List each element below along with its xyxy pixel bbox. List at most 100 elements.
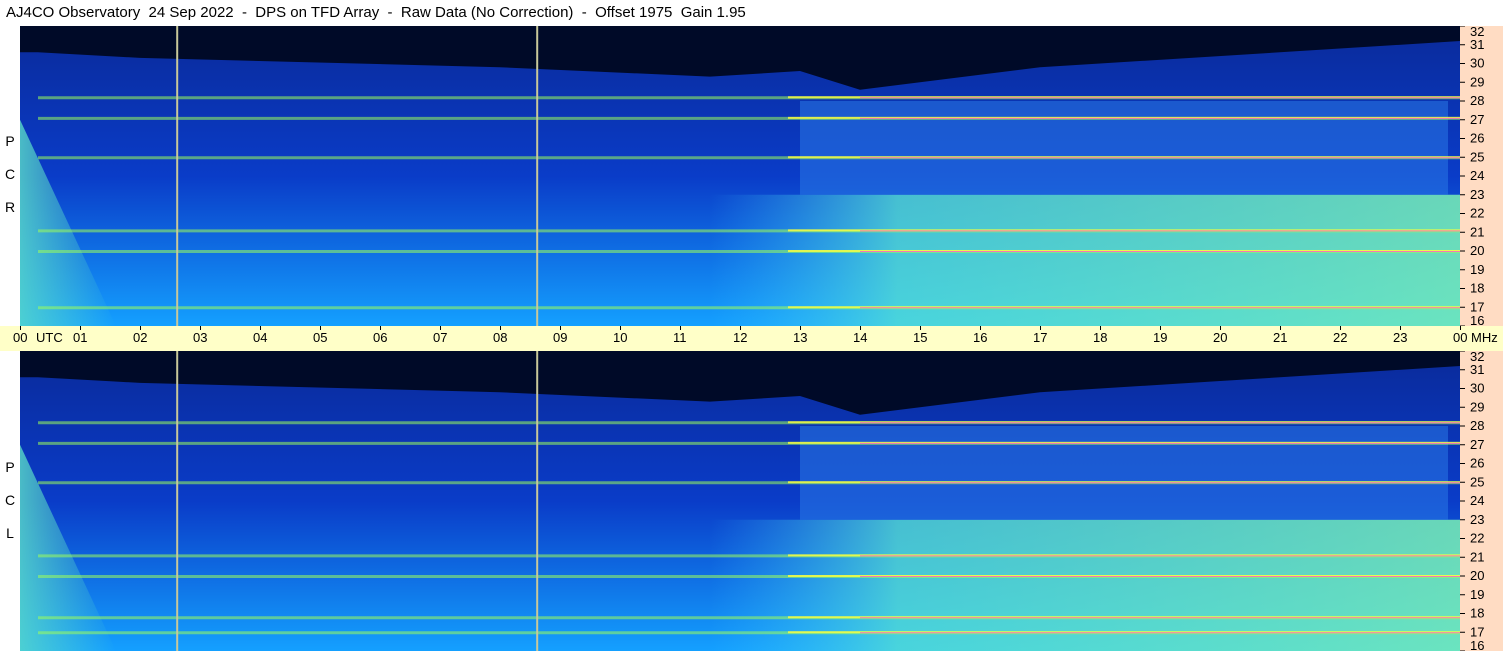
rfi-band-core-6 xyxy=(860,422,1460,424)
freq-tick-label-28: 28 xyxy=(1470,93,1484,108)
utc-tick-label-19: 19 xyxy=(1153,330,1168,345)
utc-tick-2 xyxy=(140,326,141,330)
utc-tick-22 xyxy=(1340,326,1341,330)
freq-tick-label-29: 29 xyxy=(1470,74,1484,89)
rfi-band-core-5 xyxy=(860,97,1460,99)
utc-tick-10 xyxy=(620,326,621,330)
utc-tick-5 xyxy=(320,326,321,330)
utc-tick-label-11: 11 xyxy=(673,330,687,345)
utc-tick-label-22: 22 xyxy=(1333,330,1348,345)
lcp-letter-2: C xyxy=(4,492,16,508)
utc-tick-label-7: 07 xyxy=(433,330,448,345)
utc-tick-label-3: 03 xyxy=(193,330,208,345)
upper-band-emission xyxy=(800,101,1448,195)
utc-tick-label-24: 00 xyxy=(1453,330,1468,345)
utc-tick-4 xyxy=(260,326,261,330)
rfi-band-core-3 xyxy=(860,555,1460,557)
lcp-letter-1: P xyxy=(5,459,15,475)
utc-tick-label-4: 04 xyxy=(253,330,268,345)
freq-tick-label-24: 24 xyxy=(1470,168,1484,183)
utc-tick-1 xyxy=(80,326,81,330)
rcp-polarization-label: P C R xyxy=(2,125,18,224)
utc-tick-label-9: 09 xyxy=(553,330,568,345)
utc-tick-19 xyxy=(1160,326,1161,330)
freq-tick-label-22: 22 xyxy=(1470,206,1484,221)
freq-tick-label-17: 17 xyxy=(1470,299,1484,314)
spectrogram-window: AJ4CO Observatory 24 Sep 2022 - DPS on T… xyxy=(0,0,1503,672)
utc-tick-label-13: 13 xyxy=(793,330,808,345)
mhz-unit-label: MHz xyxy=(1471,330,1498,345)
utc-tick-21 xyxy=(1280,326,1281,330)
utc-tick-label-0: 00 xyxy=(13,330,28,345)
freq-tick-label-21: 21 xyxy=(1470,549,1484,564)
freq-tick-label-19: 19 xyxy=(1470,262,1484,277)
rcp-letter-2: C xyxy=(4,166,16,182)
freq-tick-label-25: 25 xyxy=(1470,474,1484,489)
utc-tick-label-10: 10 xyxy=(613,330,628,345)
utc-tick-7 xyxy=(440,326,441,330)
freq-tick-label-17: 17 xyxy=(1470,624,1484,639)
freq-tick-label-21: 21 xyxy=(1470,224,1484,239)
freq-tick-label-20: 20 xyxy=(1470,243,1484,258)
lcp-polarization-label: P C L xyxy=(2,451,18,550)
marker-line-1 xyxy=(536,351,539,651)
freq-tick-label-24: 24 xyxy=(1470,493,1484,508)
freq-tick-label-31: 31 xyxy=(1470,362,1484,377)
freq-tick-label-31: 31 xyxy=(1470,37,1484,52)
rfi-band-core-4 xyxy=(860,482,1460,484)
utc-tick-label-1: 01 xyxy=(73,330,88,345)
freq-tick-label-27: 27 xyxy=(1470,437,1484,452)
utc-tick-label-23: 23 xyxy=(1393,330,1408,345)
rcp-frequency-axis: 32 31 30 29 28 27 26 25 24 23 22 21 20 19 18 17 16 xyxy=(1460,24,1503,328)
utc-tick-23 xyxy=(1400,326,1401,330)
utc-tick-label-14: 14 xyxy=(853,330,868,345)
utc-tick-11 xyxy=(680,326,681,330)
utc-tick-label-2: 02 xyxy=(133,330,148,345)
utc-unit-label: UTC xyxy=(36,330,63,345)
lcp-frequency-axis: 32 31 30 29 28 27 26 25 24 23 22 21 20 19 18 17 16 xyxy=(1460,349,1503,653)
utc-tick-0 xyxy=(20,326,21,330)
upper-band-emission xyxy=(800,426,1448,520)
utc-tick-label-8: 08 xyxy=(493,330,508,345)
rfi-band-core-4 xyxy=(860,117,1460,119)
utc-tick-label-15: 15 xyxy=(913,330,928,345)
utc-tick-14 xyxy=(860,326,861,330)
marker-line-0 xyxy=(176,26,179,326)
freq-tick-label-26: 26 xyxy=(1470,131,1484,146)
rfi-band-core-0 xyxy=(860,307,1460,309)
rcp-spectrogram xyxy=(20,26,1460,326)
utc-tick-13 xyxy=(800,326,801,330)
utc-tick-label-12: 12 xyxy=(733,330,748,345)
utc-tick-17 xyxy=(1040,326,1041,330)
freq-tick-label-23: 23 xyxy=(1470,512,1484,527)
marker-line-0 xyxy=(176,351,179,651)
rfi-band-core-0 xyxy=(860,632,1460,634)
rfi-band-core-2 xyxy=(860,230,1460,232)
utc-tick-9 xyxy=(560,326,561,330)
freq-tick-label-23: 23 xyxy=(1470,187,1484,202)
freq-tick-label-25: 25 xyxy=(1470,149,1484,164)
utc-tick-label-17: 17 xyxy=(1033,330,1048,345)
utc-tick-label-21: 21 xyxy=(1273,330,1288,345)
rcp-letter-3: R xyxy=(4,199,16,215)
freq-tick-label-30: 30 xyxy=(1470,56,1484,71)
lcp-spectrogram xyxy=(20,351,1460,651)
rfi-band-core-1 xyxy=(860,251,1460,252)
freq-tick-label-28: 28 xyxy=(1470,418,1484,433)
freq-tick-label-20: 20 xyxy=(1470,568,1484,583)
marker-line-1 xyxy=(536,26,539,326)
rfi-band-core-2 xyxy=(860,576,1460,577)
freq-tick-label-18: 18 xyxy=(1470,606,1484,621)
utc-tick-15 xyxy=(920,326,921,330)
rfi-band-core-1 xyxy=(860,617,1460,619)
freq-tick-label-27: 27 xyxy=(1470,112,1484,127)
freq-tick-label-22: 22 xyxy=(1470,531,1484,546)
freq-tick-label-16: 16 xyxy=(1470,313,1484,326)
utc-tick-label-20: 20 xyxy=(1213,330,1228,345)
rfi-band-core-5 xyxy=(860,442,1460,444)
utc-tick-24 xyxy=(1460,326,1461,330)
utc-tick-6 xyxy=(380,326,381,330)
freq-tick-label-26: 26 xyxy=(1470,456,1484,471)
lcp-letter-3: L xyxy=(6,525,14,541)
freq-tick-label-16: 16 xyxy=(1470,638,1484,651)
